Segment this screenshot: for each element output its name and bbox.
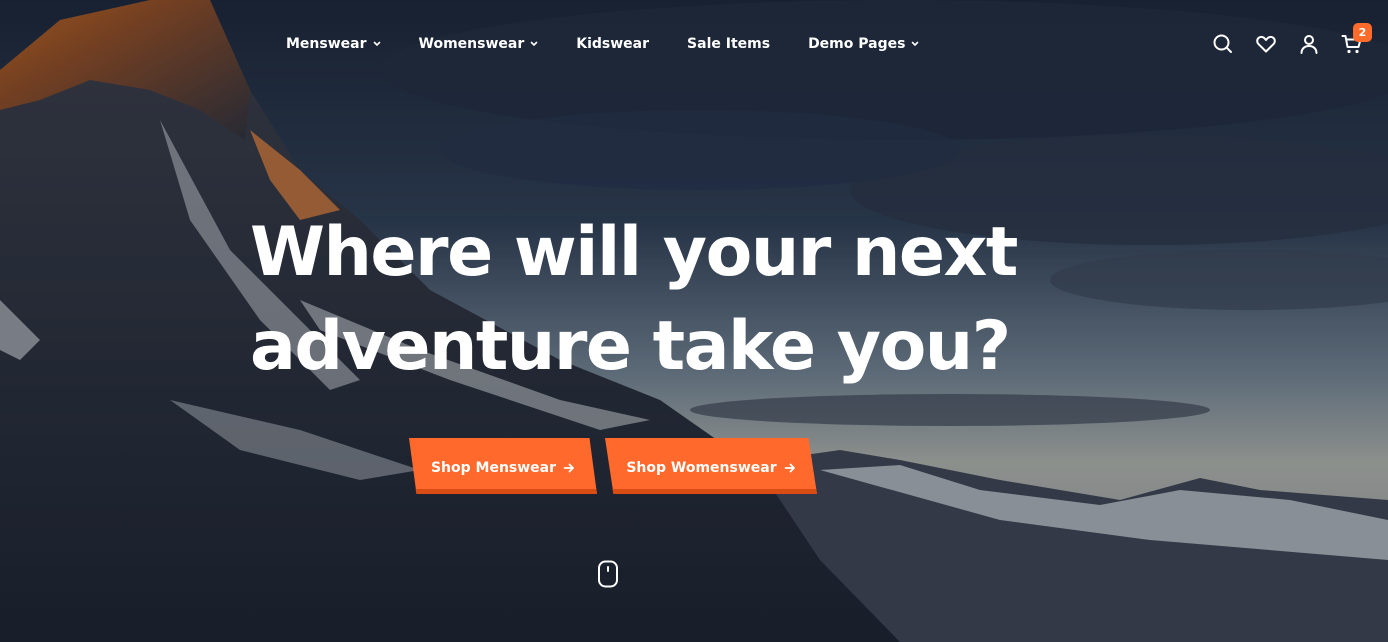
nav-item-label: Kidswear xyxy=(576,36,650,52)
search-button[interactable] xyxy=(1211,32,1235,56)
hero-headline: Where will your next adventure take you? xyxy=(250,206,1018,394)
shop-womenswear-button[interactable]: Shop Womenswear xyxy=(605,438,817,494)
main-navigation: Menswear Womenswear Kidswear Sale Items … xyxy=(286,34,919,54)
cart-button[interactable]: 2 xyxy=(1340,23,1372,56)
hero-headline-line-1: Where will your next xyxy=(250,213,1018,292)
arrow-right-icon xyxy=(563,463,574,473)
search-icon xyxy=(1213,34,1232,53)
hero-headline-line-2: adventure take you? xyxy=(250,307,1011,386)
arrow-right-icon xyxy=(784,463,795,473)
nav-item-label: Womenswear xyxy=(418,36,525,52)
button-content: Shop Menswear xyxy=(409,438,597,496)
shop-menswear-button[interactable]: Shop Menswear xyxy=(409,438,597,494)
nav-item-demo-pages[interactable]: Demo Pages xyxy=(808,34,919,54)
chevron-down-icon xyxy=(530,41,538,47)
nav-item-label: Menswear xyxy=(286,36,367,52)
cart-count-badge: 2 xyxy=(1353,23,1372,42)
nav-item-label: Demo Pages xyxy=(808,36,906,52)
chevron-down-icon xyxy=(912,41,919,47)
nav-item-menswear[interactable]: Menswear xyxy=(286,34,381,54)
header-icons: 2 xyxy=(1192,23,1372,56)
account-button[interactable] xyxy=(1297,32,1321,56)
chevron-down-icon xyxy=(373,41,380,47)
button-content: Shop Womenswear xyxy=(605,438,817,496)
user-icon xyxy=(1300,35,1318,54)
wishlist-button[interactable] xyxy=(1254,32,1278,56)
mouse-scroll-icon[interactable] xyxy=(597,560,619,588)
heart-icon xyxy=(1256,35,1276,53)
nav-item-label: Sale Items xyxy=(687,36,771,52)
shop-womenswear-label: Shop Womenswear xyxy=(626,460,777,476)
hero-section: Menswear Womenswear Kidswear Sale Items … xyxy=(0,0,1388,642)
nav-item-womenswear[interactable]: Womenswear xyxy=(419,34,539,54)
hero-cta-group: Shop Menswear Shop Womenswear xyxy=(409,438,825,494)
shop-menswear-label: Shop Menswear xyxy=(430,460,557,476)
nav-item-sale-items[interactable]: Sale Items xyxy=(687,34,770,54)
nav-item-kidswear[interactable]: Kidswear xyxy=(576,34,649,54)
